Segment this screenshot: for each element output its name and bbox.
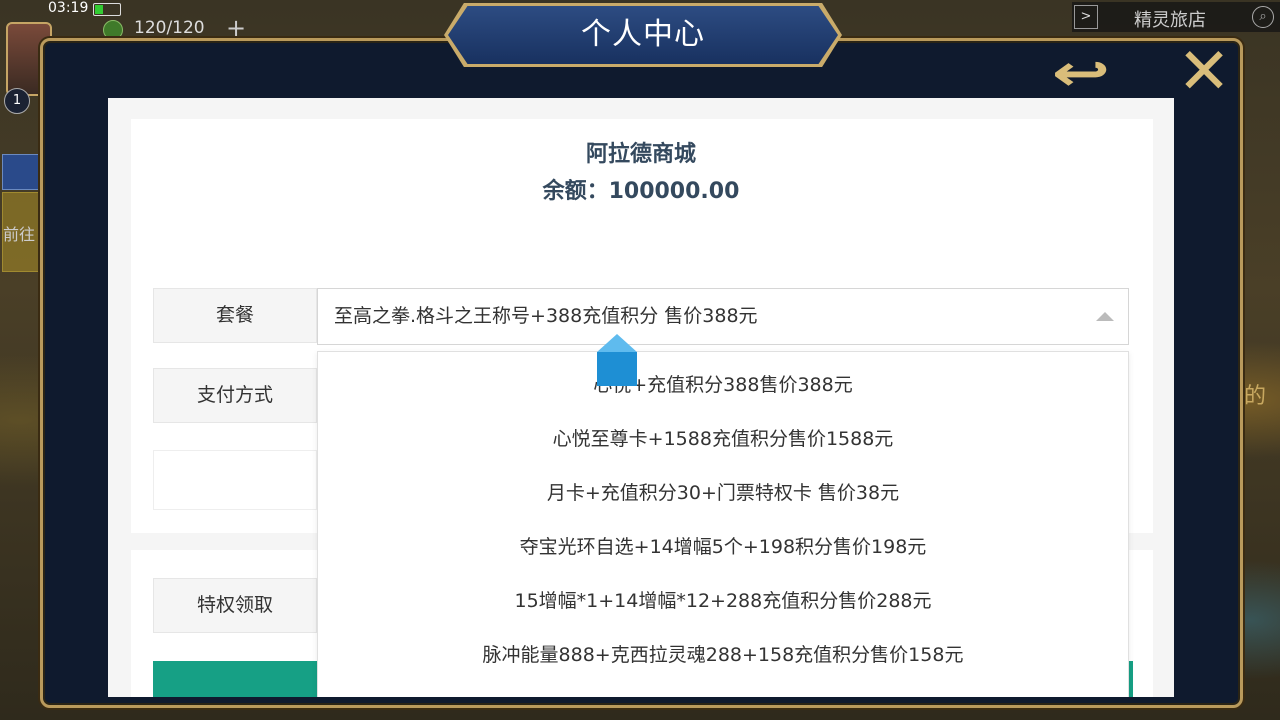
expand-arrow-icon[interactable]: > (1074, 5, 1098, 29)
dropdown-option[interactable]: 月卡+充值积分30+门票特权卡 售价38元 (318, 466, 1128, 520)
back-arrow-icon[interactable]: ↩ (1031, 48, 1132, 98)
caret-up-icon (1096, 312, 1114, 321)
payment-label: 支付方式 (153, 368, 317, 423)
dropdown-option[interactable]: 15增幅*1+14增幅*12+288充值积分售价288元 (318, 574, 1128, 628)
dropdown-option[interactable]: 脉冲能量888+克西拉灵魂288+158充值积分售价158元 (318, 628, 1128, 682)
package-select[interactable]: 至高之拳.格斗之王称号+388充值积分 售价388元 (317, 288, 1129, 345)
fatigue-icon (103, 20, 123, 40)
shop-title: 阿拉德商城 (585, 142, 696, 167)
level-badge: 1 (4, 88, 30, 114)
side-quest-label: 前往 (3, 225, 36, 244)
payment-option[interactable] (153, 450, 317, 510)
skill-icon[interactable] (2, 154, 42, 190)
search-icon[interactable]: ⌕ (1252, 6, 1274, 28)
balance-text: 余额：100000.00 (542, 179, 740, 204)
modal-title: 个人中心 (581, 17, 705, 52)
shop-webview: 阿拉德商城 余额：100000.00 套餐 至高之拳.格斗之王称号+388充值积… (108, 98, 1174, 697)
touch-cursor-icon (597, 334, 637, 388)
privilege-label: 特权领取 (153, 578, 317, 633)
package-dropdown: 心悦+充值积分388售价388元 心悦至尊卡+1588充值积分售价1588元 月… (317, 351, 1129, 697)
status-time: 03:19 (48, 0, 89, 16)
dropdown-option[interactable]: 心悦+充值积分388售价388元 (318, 358, 1128, 412)
package-label: 套餐 (153, 288, 317, 343)
dropdown-option[interactable]: 夺宝光环自选+14增幅5个+198积分售价198元 (318, 520, 1128, 574)
side-quest-button[interactable]: 前往 (2, 192, 42, 272)
background-text: 的 (1244, 384, 1267, 409)
location-bar[interactable]: > 精灵旅店 ⌕ (1072, 2, 1280, 32)
battery-icon (93, 3, 121, 16)
dropdown-option[interactable]: 心悦至尊卡+1588充值积分售价1588元 (318, 412, 1128, 466)
selected-package: 至高之拳.格斗之王称号+388充值积分 售价388元 (334, 305, 758, 327)
location-name: 精灵旅店 (1134, 10, 1206, 31)
close-x-icon[interactable]: ✕ (1175, 40, 1233, 104)
fatigue-value: 120/120 (134, 18, 205, 38)
